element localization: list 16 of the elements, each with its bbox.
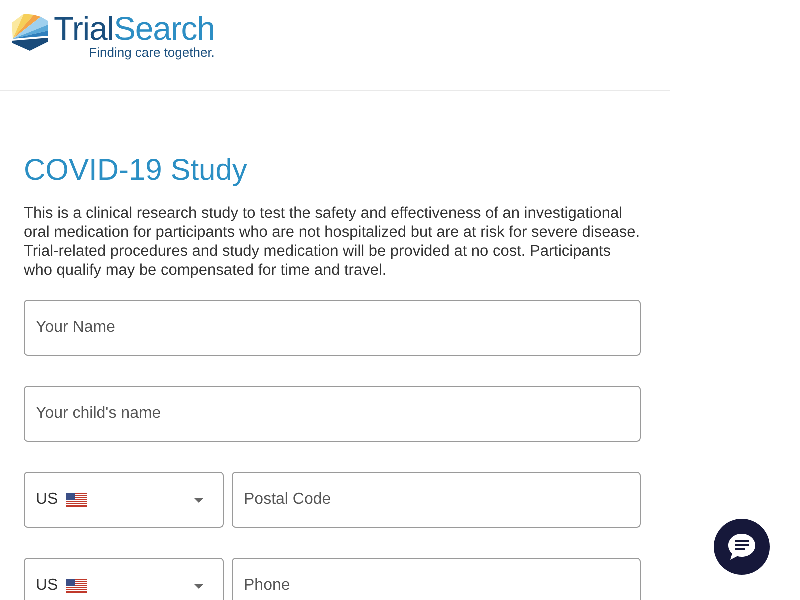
logo-tagline: Finding care together. [89, 46, 215, 60]
page-title: COVID-19 Study [24, 153, 248, 189]
caret-icon [194, 584, 204, 588]
child-name-field[interactable]: Your child's name [24, 386, 641, 442]
logo-icon [11, 12, 49, 52]
phone-field[interactable]: Phone [232, 558, 641, 600]
chat-icon [727, 533, 757, 561]
postal-code-field[interactable]: Postal Code [232, 472, 641, 528]
name-field[interactable]: Your Name [24, 300, 641, 356]
flag-icon [66, 579, 88, 593]
country-select[interactable]: US [24, 472, 224, 528]
logo-wordmark: TrialSearch [54, 11, 215, 47]
study-description: This is a clinical research study to test the safety and effectiveness of an investigational oral medication for participants who are not hospitalized but are at risk for severe disease. Trial-related procedures and study medication will be provided at no cost. Participants who qualify may be compensated for time and travel. [24, 204, 641, 280]
country-select[interactable]: US [24, 558, 224, 600]
flag-icon [66, 493, 88, 507]
caret-icon [194, 498, 204, 502]
